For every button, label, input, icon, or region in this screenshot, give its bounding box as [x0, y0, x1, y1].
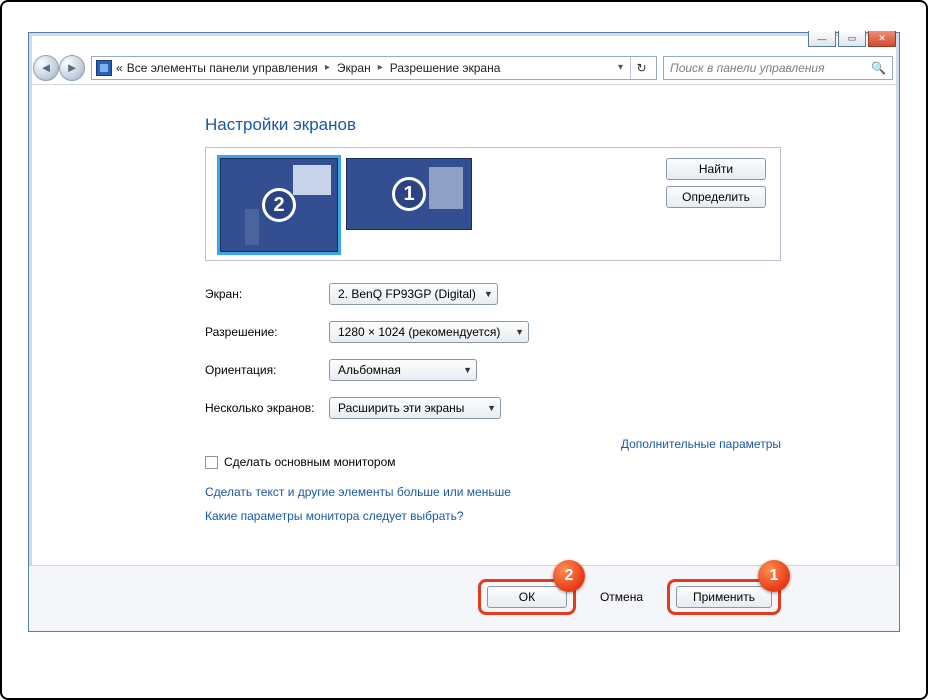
refresh-button[interactable]: ↻ — [630, 57, 652, 79]
maximize-button[interactable]: ▭ — [838, 31, 866, 47]
chevron-right-icon[interactable]: ▸ — [375, 62, 386, 73]
search-input[interactable]: Поиск в панели управления 🔍 — [663, 56, 893, 80]
resolution-value: 1280 × 1024 (рекомендуется) — [338, 325, 500, 339]
close-button[interactable]: ✕ — [868, 31, 896, 47]
which-params-link[interactable]: Какие параметры монитора следует выбрать… — [205, 509, 781, 523]
ok-button[interactable]: ОК — [487, 586, 567, 608]
find-button[interactable]: Найти — [666, 158, 766, 180]
chevron-down-icon: ▼ — [455, 365, 472, 375]
page-title: Настройки экранов — [205, 115, 781, 135]
address-dropdown-icon[interactable]: ▾ — [615, 62, 626, 73]
minimize-button[interactable]: — — [808, 31, 836, 47]
screen-dropdown[interactable]: 2. BenQ FP93GP (Digital) ▼ — [329, 283, 498, 305]
orientation-label: Ориентация: — [205, 363, 329, 377]
breadcrumb-root: « — [116, 61, 123, 75]
control-panel-icon — [96, 60, 112, 76]
search-icon: 🔍 — [871, 61, 886, 75]
multiple-displays-label: Несколько экранов: — [205, 401, 329, 415]
breadcrumb-seg2[interactable]: Экран — [337, 61, 371, 75]
annotation-badge-1: 1 — [758, 560, 790, 592]
monitor-2[interactable]: 2 — [220, 158, 338, 252]
apply-highlight: 1 Применить — [667, 579, 781, 615]
advanced-settings-link[interactable]: Дополнительные параметры — [621, 437, 781, 469]
ok-highlight: 2 ОК — [478, 579, 576, 615]
address-bar[interactable]: « Все элементы панели управления ▸ Экран… — [91, 56, 657, 80]
apply-button[interactable]: Применить — [676, 586, 772, 608]
orientation-dropdown[interactable]: Альбомная ▼ — [329, 359, 477, 381]
breadcrumb-seg3[interactable]: Разрешение экрана — [390, 61, 501, 75]
make-primary-checkbox[interactable] — [205, 456, 218, 469]
chevron-right-icon[interactable]: ▸ — [322, 62, 333, 73]
monitor-1-number: 1 — [392, 177, 426, 211]
annotation-badge-2: 2 — [553, 560, 585, 592]
multiple-displays-dropdown[interactable]: Расширить эти экраны ▼ — [329, 397, 501, 419]
screen-label: Экран: — [205, 287, 329, 301]
monitor-2-number: 2 — [262, 188, 296, 222]
multiple-displays-value: Расширить эти экраны — [338, 401, 464, 415]
identify-button[interactable]: Определить — [666, 186, 766, 208]
cancel-button[interactable]: Отмена — [596, 590, 647, 604]
nav-back-button[interactable]: ◄ — [33, 55, 59, 81]
make-primary-label: Сделать основным монитором — [224, 455, 396, 469]
display-preview: 2 1 Найти Определить — [205, 147, 781, 261]
resolution-dropdown[interactable]: 1280 × 1024 (рекомендуется) ▼ — [329, 321, 529, 343]
chevron-down-icon: ▼ — [507, 327, 524, 337]
chevron-down-icon: ▼ — [476, 289, 493, 299]
text-size-link[interactable]: Сделать текст и другие элементы больше и… — [205, 485, 781, 499]
monitor-1[interactable]: 1 — [346, 158, 472, 230]
breadcrumb-seg1[interactable]: Все элементы панели управления — [127, 61, 318, 75]
search-placeholder: Поиск в панели управления — [670, 61, 825, 75]
nav-forward-button[interactable]: ► — [59, 55, 85, 81]
resolution-label: Разрешение: — [205, 325, 329, 339]
screen-value: 2. BenQ FP93GP (Digital) — [338, 287, 476, 301]
chevron-down-icon: ▼ — [479, 403, 496, 413]
orientation-value: Альбомная — [338, 363, 401, 377]
